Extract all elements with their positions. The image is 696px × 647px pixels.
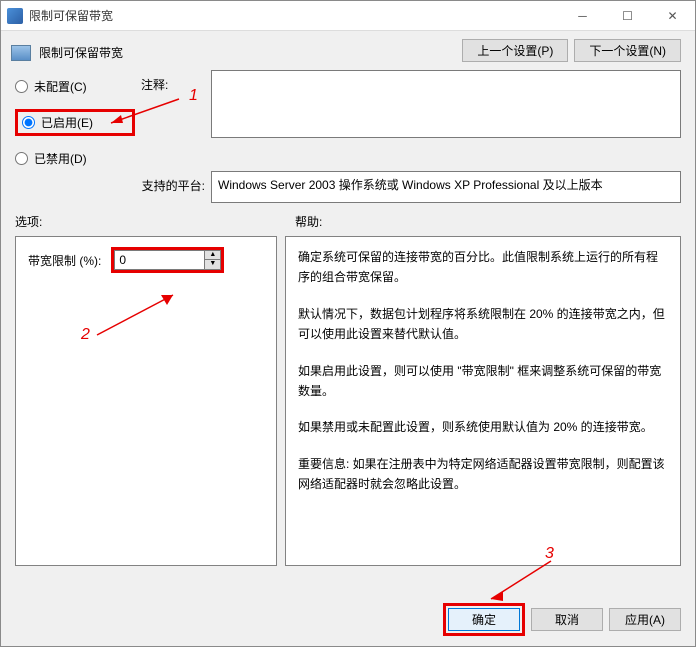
dialog-window: 限制可保留带宽 ─ ☐ ✕ 限制可保留带宽 上一个设置(P) 下一个设置(N) … <box>0 0 696 647</box>
maximize-button[interactable]: ☐ <box>605 1 650 31</box>
radio-not-configured-label: 未配置(C) <box>34 78 87 95</box>
apply-button[interactable]: 应用(A) <box>609 608 681 631</box>
next-setting-button[interactable]: 下一个设置(N) <box>574 39 681 62</box>
window-title: 限制可保留带宽 <box>29 7 560 24</box>
comment-label: 注释: <box>141 70 205 93</box>
policy-icon <box>11 45 31 61</box>
subheader-label: 限制可保留带宽 <box>39 44 123 61</box>
platform-textarea <box>211 171 681 203</box>
prev-setting-button[interactable]: 上一个设置(P) <box>462 39 568 62</box>
radio-not-configured-input[interactable] <box>15 80 28 93</box>
help-p4: 如果禁用或未配置此设置，则系统使用默认值为 20% 的连接带宽。 <box>298 417 668 437</box>
cancel-button[interactable]: 取消 <box>531 608 603 631</box>
platform-label: 支持的平台: <box>141 171 205 194</box>
help-p3: 如果启用此设置，则可以使用 "带宽限制" 框来调整系统可保留的带宽数量。 <box>298 361 668 402</box>
highlight-spinner: ▲ ▼ <box>111 247 224 273</box>
radio-disabled-label: 已禁用(D) <box>34 150 87 167</box>
help-panel: 确定系统可保留的连接带宽的百分比。此值限制系统上运行的所有程序的组合带宽保留。 … <box>285 236 681 566</box>
spin-down-button[interactable]: ▼ <box>205 260 220 269</box>
help-p2: 默认情况下，数据包计划程序将系统限制在 20% 的连接带宽之内，但可以使用此设置… <box>298 304 668 345</box>
titlebar: 限制可保留带宽 ─ ☐ ✕ <box>1 1 695 31</box>
help-label: 帮助: <box>295 213 322 230</box>
highlight-enabled: 已启用(E) <box>15 109 135 136</box>
help-p5: 重要信息: 如果在注册表中为特定网络适配器设置带宽限制，则配置该网络适配器时就会… <box>298 454 668 495</box>
radio-disabled-input[interactable] <box>15 152 28 165</box>
minimize-button[interactable]: ─ <box>560 1 605 31</box>
radio-not-configured[interactable]: 未配置(C) <box>15 78 135 95</box>
radio-disabled[interactable]: 已禁用(D) <box>15 150 135 167</box>
close-button[interactable]: ✕ <box>650 1 695 31</box>
help-p1: 确定系统可保留的连接带宽的百分比。此值限制系统上运行的所有程序的组合带宽保留。 <box>298 247 668 288</box>
spin-up-button[interactable]: ▲ <box>205 251 220 260</box>
bandwidth-limit-label: 带宽限制 (%): <box>28 252 101 269</box>
comment-textarea[interactable] <box>211 70 681 138</box>
app-icon <box>7 8 23 24</box>
subheader: 限制可保留带宽 <box>1 34 133 67</box>
radio-enabled-input[interactable] <box>22 116 35 129</box>
radio-enabled-label: 已启用(E) <box>41 114 93 131</box>
spinner-buttons: ▲ ▼ <box>204 250 221 270</box>
highlight-ok: 确定 <box>443 603 525 636</box>
footer: 确定 取消 应用(A) <box>443 603 681 636</box>
config-radios: 未配置(C) 已启用(E) 已禁用(D) <box>15 70 135 167</box>
options-label: 选项: <box>15 213 295 230</box>
radio-enabled[interactable]: 已启用(E) <box>22 114 128 131</box>
options-panel: 带宽限制 (%): ▲ ▼ <box>15 236 277 566</box>
ok-button[interactable]: 确定 <box>448 608 520 631</box>
bandwidth-limit-input[interactable] <box>114 250 204 270</box>
